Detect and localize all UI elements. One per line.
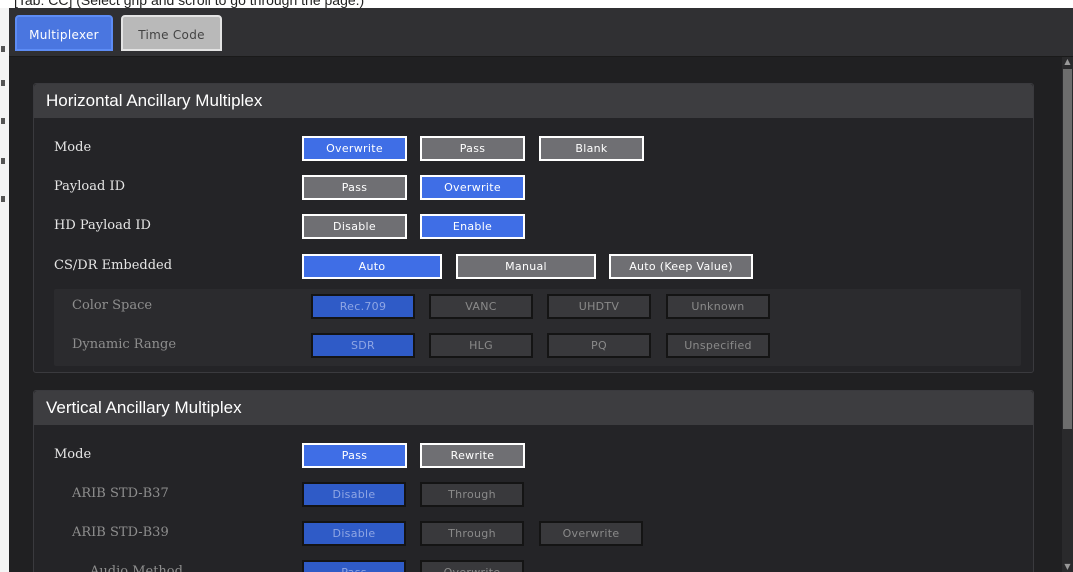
hd-payload-id-label: HD Payload ID: [54, 218, 151, 233]
browser-strip-text: [Tab: CC] (Select grip and scroll to go …: [14, 0, 365, 8]
tab-multiplexer[interactable]: Multiplexer: [15, 15, 113, 51]
color-space-rec709-button[interactable]: Rec.709: [311, 294, 415, 319]
multiplexer-app: Multiplexer Time Code ▲ ▼ Horizontal Anc…: [9, 8, 1073, 572]
color-space-vanc-button[interactable]: VANC: [429, 294, 533, 319]
arib-b37-through-button[interactable]: Through: [420, 482, 524, 507]
left-edge-strip: [0, 8, 9, 572]
dynamic-range-unspecified-button[interactable]: Unspecified: [666, 333, 770, 358]
csdr-embedded-label: CS/DR Embedded: [54, 258, 173, 273]
scrollbar-thumb[interactable]: [1063, 69, 1072, 429]
scroll-down-icon[interactable]: ▼: [1062, 562, 1073, 572]
hanc-section-title: Horizontal Ancillary Multiplex: [34, 84, 1033, 118]
color-space-label: Color Space: [72, 298, 153, 313]
arib-b39-label: ARIB STD-B39: [72, 525, 169, 540]
scroll-up-icon[interactable]: ▲: [1062, 57, 1073, 67]
payload-id-overwrite-button[interactable]: Overwrite: [420, 175, 525, 200]
payload-id-pass-button[interactable]: Pass: [302, 175, 407, 200]
vanc-section-title: Vertical Ancillary Multiplex: [34, 391, 1033, 425]
hanc-mode-pass-button[interactable]: Pass: [420, 136, 525, 161]
color-space-unknown-button[interactable]: Unknown: [666, 294, 770, 319]
edge-glyph: [1, 46, 5, 52]
dynamic-range-label: Dynamic Range: [72, 337, 177, 352]
vanc-section: Vertical Ancillary Multiplex Mode Pass R…: [33, 390, 1034, 572]
hd-payload-id-disable-button[interactable]: Disable: [302, 214, 407, 239]
hanc-section: Horizontal Ancillary Multiplex Mode Over…: [33, 83, 1034, 373]
audio-method-pass-button[interactable]: Pass: [302, 560, 406, 572]
vanc-mode-label: Mode: [54, 447, 92, 462]
arib-b39-through-button[interactable]: Through: [420, 521, 524, 546]
dynamic-range-sdr-button[interactable]: SDR: [311, 333, 415, 358]
dynamic-range-hlg-button[interactable]: HLG: [429, 333, 533, 358]
csdr-manual-button[interactable]: Manual: [456, 254, 596, 279]
vanc-mode-pass-button[interactable]: Pass: [302, 443, 407, 468]
tab-time-code[interactable]: Time Code: [121, 15, 222, 51]
audio-method-label: Audio Method: [90, 564, 183, 572]
hanc-mode-label: Mode: [54, 140, 92, 155]
vanc-mode-rewrite-button[interactable]: Rewrite: [420, 443, 525, 468]
hanc-mode-overwrite-button[interactable]: Overwrite: [302, 136, 407, 161]
csdr-auto-keep-value-button[interactable]: Auto (Keep Value): [609, 254, 753, 279]
edge-glyph: [1, 158, 5, 164]
audio-method-overwrite-button[interactable]: Overwrite: [420, 560, 524, 572]
browser-strip: [Tab: CC] (Select grip and scroll to go …: [0, 0, 1073, 8]
payload-id-label: Payload ID: [54, 179, 126, 194]
arib-b37-disable-button[interactable]: Disable: [302, 482, 406, 507]
csdr-manual-subpanel: Color Space Rec.709 VANC UHDTV Unknown D…: [54, 289, 1021, 366]
arib-b39-overwrite-button[interactable]: Overwrite: [539, 521, 643, 546]
tab-bar: Multiplexer Time Code: [9, 8, 1073, 57]
arib-b39-disable-button[interactable]: Disable: [302, 521, 406, 546]
csdr-auto-button[interactable]: Auto: [302, 254, 442, 279]
edge-glyph: [1, 80, 5, 86]
hd-payload-id-enable-button[interactable]: Enable: [420, 214, 525, 239]
color-space-uhdtv-button[interactable]: UHDTV: [547, 294, 651, 319]
hanc-mode-blank-button[interactable]: Blank: [539, 136, 644, 161]
arib-b37-label: ARIB STD-B37: [72, 486, 169, 501]
edge-glyph: [1, 118, 5, 124]
edge-glyph: [1, 196, 5, 202]
vertical-scrollbar[interactable]: ▲ ▼: [1062, 57, 1073, 572]
dynamic-range-pq-button[interactable]: PQ: [547, 333, 651, 358]
